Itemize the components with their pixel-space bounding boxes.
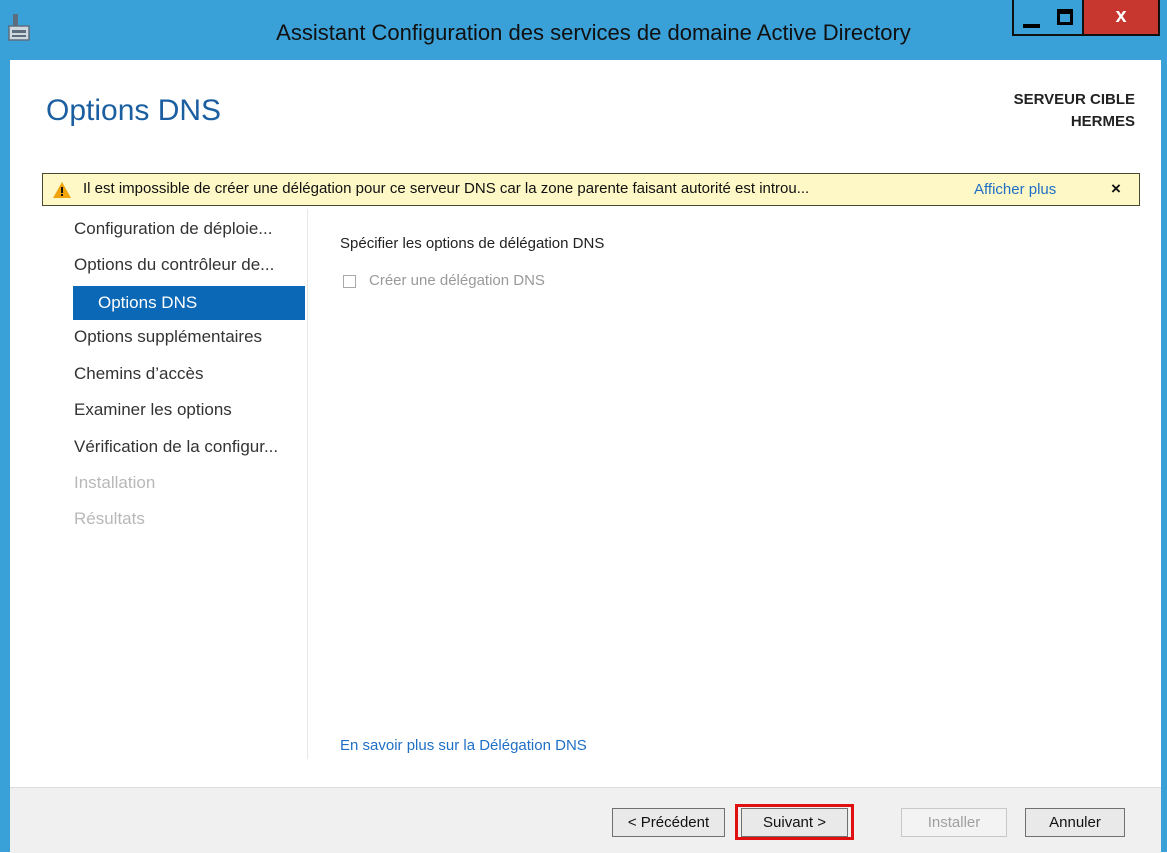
title-bar[interactable]: Assistant Configuration des services de … <box>0 0 1167 60</box>
close-button[interactable]: x <box>1084 0 1160 36</box>
target-server-heading: SERVEUR CIBLE <box>1013 91 1135 108</box>
wizard-window: Assistant Configuration des services de … <box>0 0 1167 853</box>
target-server-label: SERVEUR CIBLE HERMES <box>1014 89 1135 133</box>
nav-item-results: Résultats <box>74 509 145 528</box>
nav-item-installation: Installation <box>74 473 156 492</box>
section-title: Spécifier les options de délégation DNS <box>340 235 605 252</box>
install-button: Installer <box>901 808 1007 837</box>
minimize-button[interactable] <box>1012 0 1050 36</box>
maximize-button[interactable] <box>1048 0 1084 36</box>
wizard-footer: < Précédent Suivant > Installer Annuler <box>10 787 1161 853</box>
create-delegation-label: Créer une délégation DNS <box>369 272 545 289</box>
wizard-nav: Configuration de déploie... Options du c… <box>10 206 308 760</box>
wizard-content: Options DNS SERVEUR CIBLE HERMES Il est … <box>10 60 1161 853</box>
warning-icon <box>53 182 71 198</box>
nav-divider <box>307 209 308 759</box>
previous-button[interactable]: < Précédent <box>612 808 725 837</box>
create-delegation-checkbox <box>343 275 356 288</box>
nav-item-paths[interactable]: Chemins d’accès <box>74 357 203 391</box>
close-icon: x <box>1115 5 1127 27</box>
show-more-link[interactable]: Afficher plus <box>974 181 1056 198</box>
nav-item-dns-options[interactable]: Options DNS <box>73 286 305 320</box>
nav-item-prereq-check[interactable]: Vérification de la configur... <box>74 430 278 464</box>
target-server-name: HERMES <box>1070 113 1135 130</box>
cancel-button[interactable]: Annuler <box>1025 808 1125 837</box>
next-button-highlight <box>735 804 854 840</box>
learn-more-link[interactable]: En savoir plus sur la Délégation DNS <box>340 737 587 754</box>
warning-text: Il est impossible de créer une délégatio… <box>83 180 810 197</box>
minimize-icon <box>1023 24 1040 28</box>
page-title: Options DNS <box>46 94 222 127</box>
warning-banner: Il est impossible de créer une délégatio… <box>42 173 1140 206</box>
window-title: Assistant Configuration des services de … <box>276 20 911 45</box>
nav-item-additional-options[interactable]: Options supplémentaires <box>74 320 262 354</box>
maximize-icon <box>1057 9 1073 25</box>
nav-item-dc-options[interactable]: Options du contrôleur de... <box>74 248 274 282</box>
nav-item-deployment-config[interactable]: Configuration de déploie... <box>74 212 272 246</box>
dismiss-warning-icon[interactable]: × <box>1111 179 1121 199</box>
nav-item-review-options[interactable]: Examiner les options <box>74 393 232 427</box>
